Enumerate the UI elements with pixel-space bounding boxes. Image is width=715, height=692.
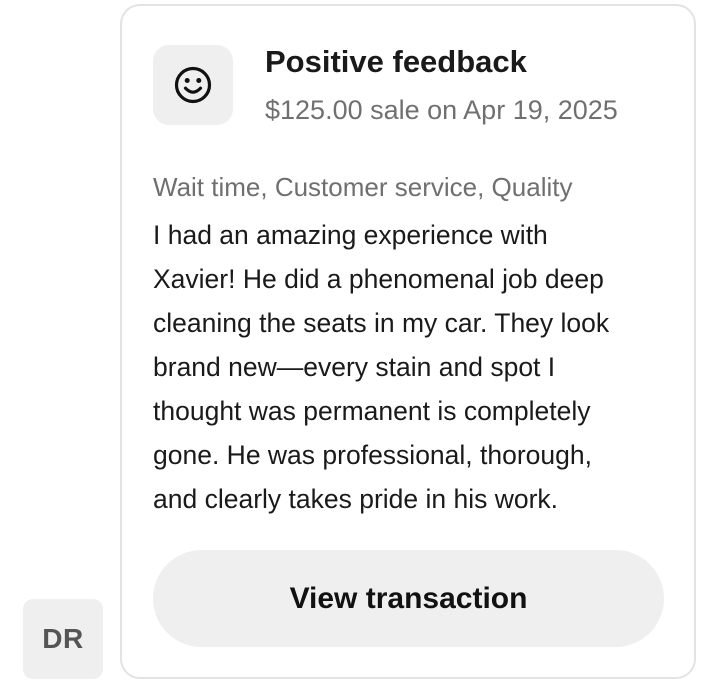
review-line: Xavier! He did a phenomenal job deep bbox=[153, 264, 604, 294]
feedback-icon-tile bbox=[153, 45, 233, 125]
review-line: I had an amazing experience with bbox=[153, 220, 548, 250]
feedback-title: Positive feedback bbox=[265, 44, 527, 79]
review-line: cleaning the seats in my car. They look bbox=[153, 308, 610, 338]
avatar-initials: DR bbox=[42, 623, 84, 654]
review-line: brand new—every stain and spot I bbox=[153, 352, 556, 382]
feedback-tags: Wait time, Customer service, Quality bbox=[153, 172, 573, 202]
review-line: gone. He was professional, thorough, bbox=[153, 440, 592, 470]
feedback-card: Positive feedback $125.00 sale on Apr 19… bbox=[120, 4, 696, 679]
view-transaction-button[interactable]: View transaction bbox=[153, 550, 664, 647]
smiley-face-icon bbox=[174, 66, 212, 104]
review-line: and clearly takes pride in his work. bbox=[153, 484, 559, 514]
avatar: DR bbox=[23, 599, 103, 679]
review-line: thought was permanent is completely bbox=[153, 396, 591, 426]
review-text: I had an amazing experience with Xavier!… bbox=[153, 213, 653, 521]
sale-subtitle: $125.00 sale on Apr 19, 2025 bbox=[265, 95, 618, 125]
